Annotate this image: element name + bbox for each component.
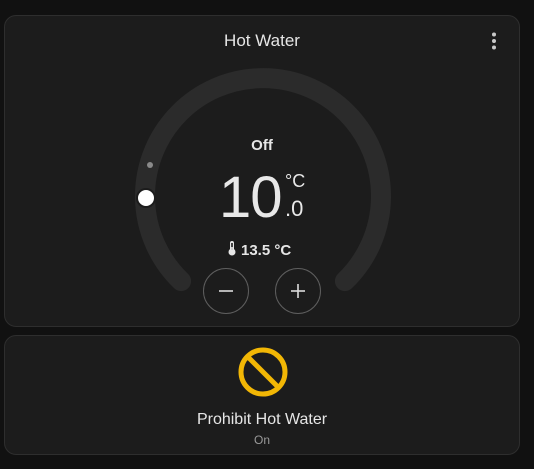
current-temperature: 13.5 °C	[227, 240, 291, 260]
plus-icon	[291, 284, 305, 298]
dial-handle[interactable]	[136, 188, 156, 208]
entity-name: Prohibit Hot Water	[196, 411, 328, 428]
target-temperature-integer: 10	[219, 165, 283, 230]
hvac-mode-label: Off	[251, 137, 273, 154]
increase-temperature-button[interactable]	[275, 268, 321, 314]
target-temperature-decimal: .0	[285, 196, 304, 221]
thermometer-icon	[227, 240, 237, 260]
target-temperature-unit: °C	[285, 171, 306, 191]
minus-icon	[219, 290, 233, 292]
current-temperature-value: 13.5 °C	[241, 241, 292, 259]
thermostat-card: Hot Water Off 10 °C .0 13.5 °C	[4, 15, 520, 327]
prohibit-hot-water-card[interactable]: Prohibit Hot Water On	[4, 335, 520, 455]
decrease-temperature-button[interactable]	[203, 268, 249, 314]
entity-state: On	[253, 433, 270, 447]
prohibit-icon[interactable]	[237, 346, 289, 398]
target-marker	[147, 162, 153, 168]
